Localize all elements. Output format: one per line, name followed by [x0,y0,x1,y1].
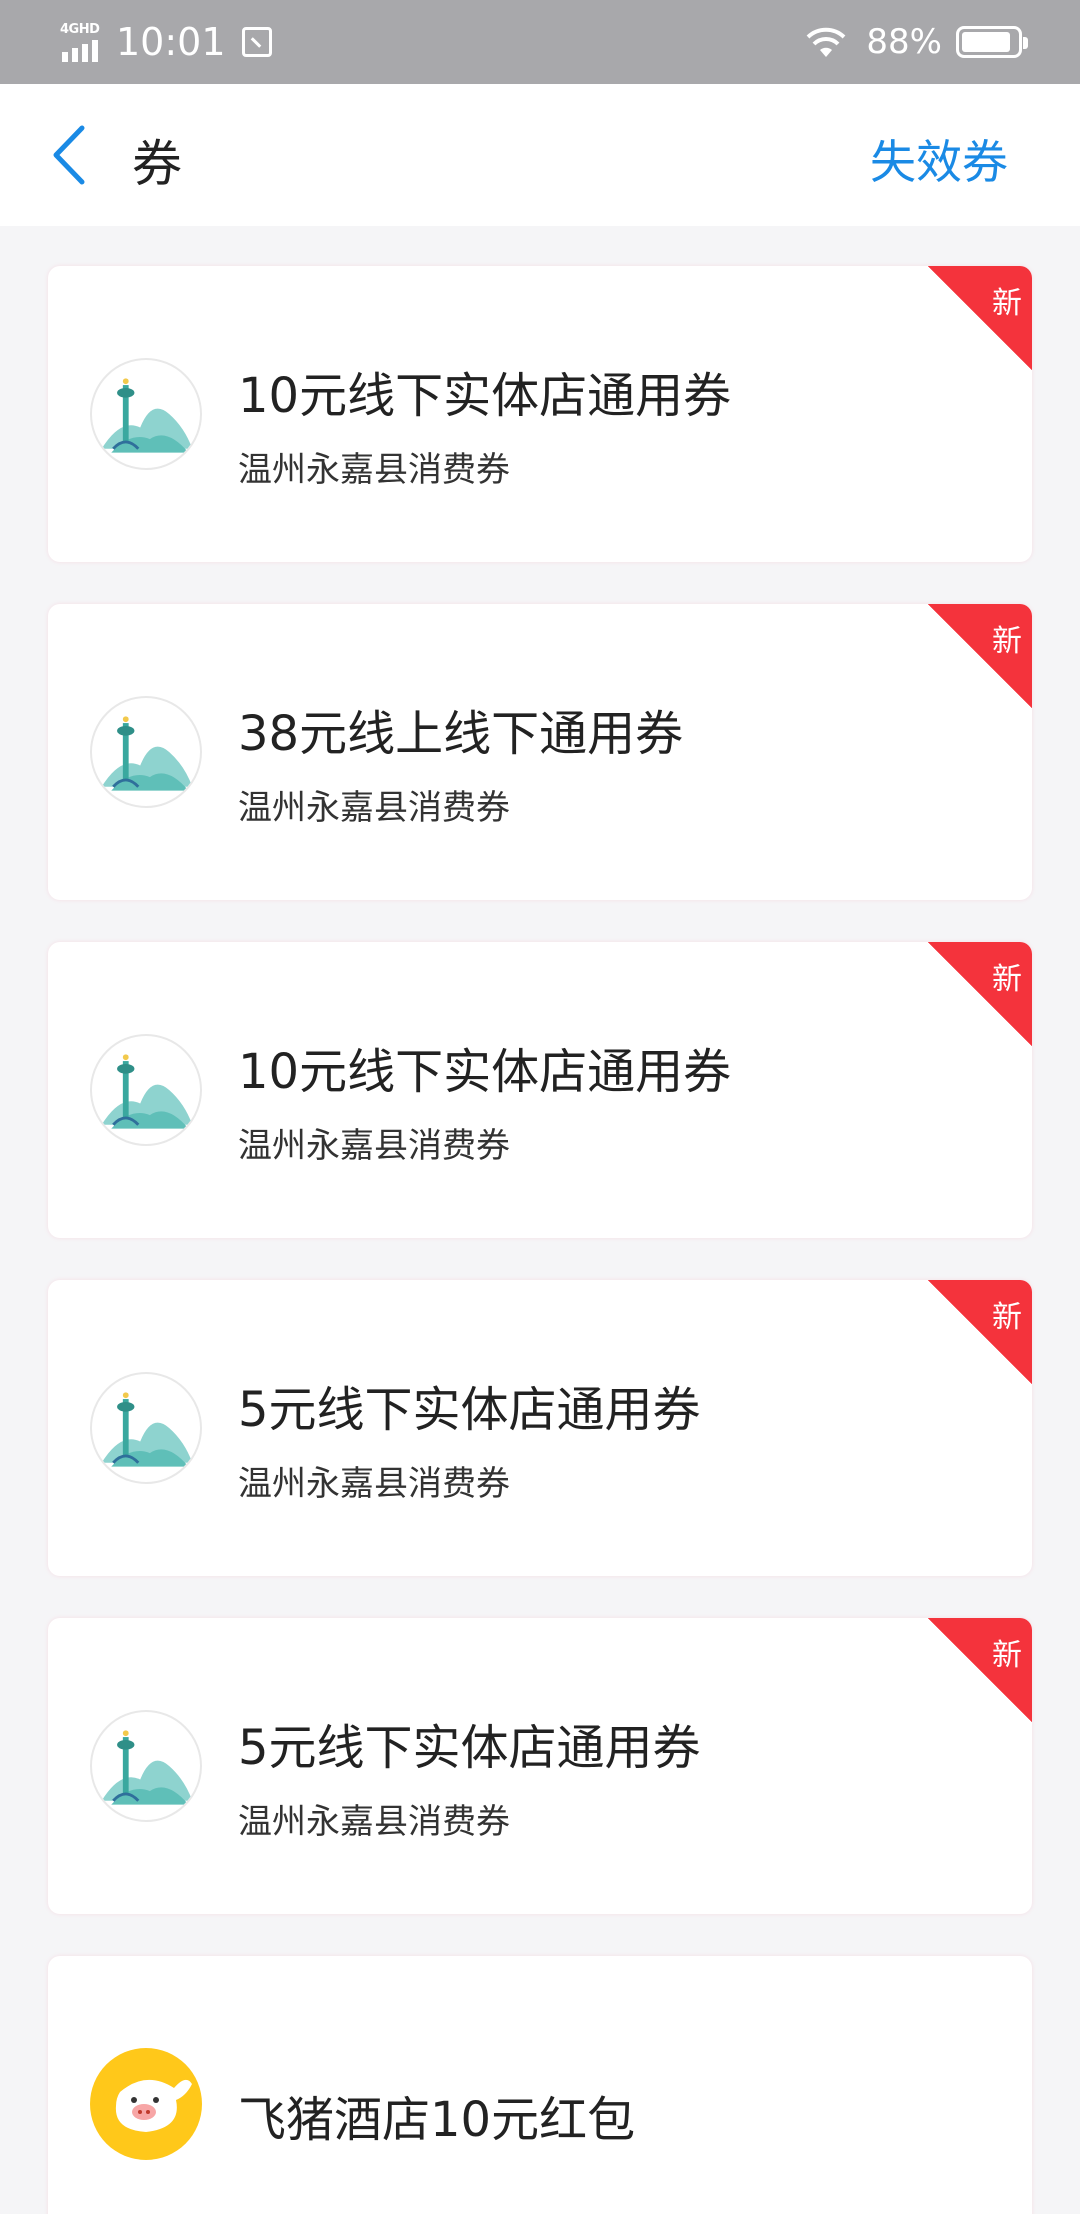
new-badge: 新 [928,604,1032,708]
status-left: 4GHD 10:01 [58,20,272,64]
coupon-card[interactable]: 新 5元线下实体店通用券 温州永嘉县消费券 [48,1280,1032,1576]
coupon-title: 5元线下实体店通用券 [238,1382,701,1438]
page-title: 券 [132,135,182,193]
battery-fill [962,32,1010,52]
invalid-coupons-link[interactable]: 失效券 [870,126,1008,192]
coupon-title: 飞猪酒店10元红包 [238,2092,636,2148]
coupon-subtitle: 温州永嘉县消费券 [238,788,510,828]
fliggy-pig-logo-icon [90,2048,202,2160]
yongjia-landmark-logo-icon [90,1710,202,1822]
status-right: 88% [804,22,1028,62]
coupon-subtitle: 温州永嘉县消费券 [238,450,510,490]
status-bar: 4GHD 10:01 88% [0,0,1080,84]
new-badge: 新 [928,1618,1032,1722]
yongjia-landmark-logo-icon [90,1372,202,1484]
new-badge: 新 [928,942,1032,1046]
coupon-card[interactable]: 飞猪酒店10元红包 [48,1956,1032,2214]
coupon-subtitle: 温州永嘉县消费券 [238,1464,510,1504]
yongjia-landmark-logo-icon [90,696,202,808]
coupon-subtitle: 温州永嘉县消费券 [238,1126,510,1166]
battery-icon [956,26,1028,58]
back-chevron-icon[interactable] [44,122,94,188]
coupon-card[interactable]: 新 10元线下实体店通用券 温州永嘉县消费券 [48,266,1032,562]
coupon-subtitle: 温州永嘉县消费券 [238,1802,510,1842]
coupon-card[interactable]: 新 38元线上线下通用券 温州永嘉县消费券 [48,604,1032,900]
coupon-title: 5元线下实体店通用券 [238,1720,701,1776]
status-time: 10:01 [116,20,226,64]
coupon-title: 10元线下实体店通用券 [238,368,732,424]
new-badge: 新 [928,1280,1032,1384]
yongjia-landmark-logo-icon [90,358,202,470]
screenshot-notification-icon [241,27,272,57]
cellular-signal-icon: 4GHD [58,20,104,64]
coupon-card[interactable]: 新 5元线下实体店通用券 温州永嘉县消费券 [48,1618,1032,1914]
coupon-title: 10元线下实体店通用券 [238,1044,732,1100]
wifi-icon [807,27,846,57]
coupon-card[interactable]: 新 10元线下实体店通用券 温州永嘉县消费券 [48,942,1032,1238]
coupon-title: 38元线上线下通用券 [238,706,684,762]
new-badge: 新 [928,266,1032,370]
network-type: 4GHD [60,22,100,37]
nav-bar: 券 失效券 [0,84,1080,226]
battery-percent: 88% [866,22,942,62]
yongjia-landmark-logo-icon [90,1034,202,1146]
coupon-list: 新 10元线下实体店通用券 温州永嘉县消费券 新 38元线上线下通用券 温州永嘉… [48,266,1032,2214]
